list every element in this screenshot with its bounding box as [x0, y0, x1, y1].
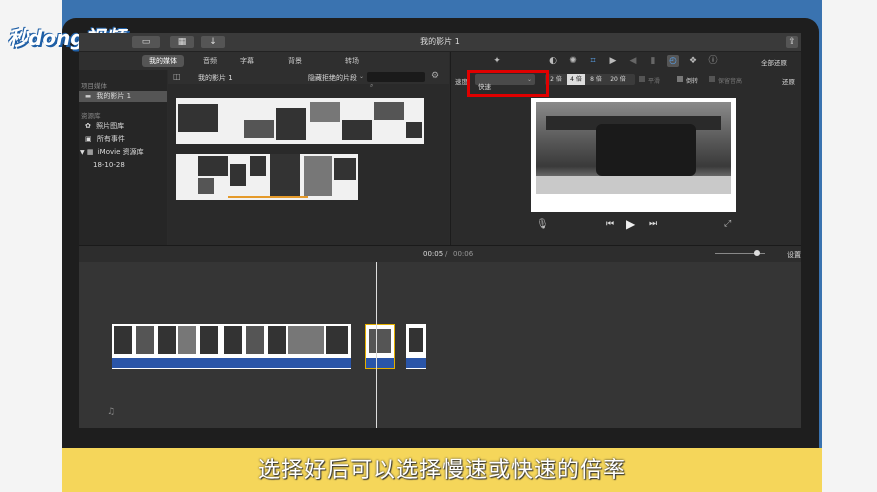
- audio-bar-clip-2: [366, 358, 394, 368]
- sidebar-item-event-date[interactable]: 18-10-28: [93, 160, 125, 171]
- filter-dropdown[interactable]: 隐藏拒绝的片段: [308, 73, 357, 83]
- library-toggle-button[interactable]: ▭: [132, 36, 160, 48]
- download-icon[interactable]: ↓: [201, 36, 225, 48]
- disclosure-triangle-icon: ▼: [80, 149, 85, 156]
- sidebar-project-header: 项目媒体: [81, 82, 107, 90]
- play-icon[interactable]: ▶: [626, 217, 635, 231]
- preview-frame-image: [536, 102, 731, 194]
- fullscreen-icon[interactable]: ⤢: [724, 219, 731, 229]
- clip-filter-icon[interactable]: ❖: [687, 55, 699, 67]
- events-icon: ▣: [85, 135, 92, 143]
- browser-header: ◫ 我的影片 1 隐藏拒绝的片段 ⌄ ⌕ ⚙: [168, 70, 449, 89]
- imovie-window: 我的影片 1 ▭ ▦ ↓ ⇪ 我的媒体 音频 字幕 背景 转场 项目媒体 ▬ 我…: [79, 33, 801, 428]
- color-correction-icon[interactable]: ✺: [567, 55, 579, 67]
- audio-bar-clip-3: [406, 358, 426, 368]
- grid-icon: ▦: [86, 148, 94, 156]
- smooth-label: 平滑: [648, 78, 661, 85]
- tab-backgrounds[interactable]: 背景: [277, 55, 313, 67]
- reverse-checkbox[interactable]: [677, 76, 683, 82]
- tab-titles[interactable]: 字幕: [229, 55, 265, 67]
- timeline-header: 00:05 / 00:06 设置: [79, 245, 801, 262]
- speed-8x-button[interactable]: 8 倍: [587, 74, 605, 85]
- music-note-icon: ♫: [107, 407, 116, 417]
- media-clip-1[interactable]: [176, 98, 424, 144]
- speed-icon[interactable]: ◴: [667, 55, 679, 67]
- magic-wand-icon[interactable]: ✦: [491, 55, 503, 67]
- zoom-slider-knob[interactable]: [754, 250, 760, 256]
- sidebar-toggle-icon[interactable]: ◫: [173, 72, 181, 81]
- video-preview: [531, 98, 736, 212]
- sidebar-library-header: 资源库: [81, 112, 101, 120]
- reset-button[interactable]: 还原: [782, 76, 795, 86]
- noise-reduction-icon[interactable]: ▮: [647, 55, 659, 67]
- color-balance-icon[interactable]: ◐: [547, 55, 559, 67]
- total-time: 00:06: [453, 250, 474, 258]
- smooth-checkbox[interactable]: [639, 76, 645, 82]
- sidebar: 项目媒体 ▬ 我的影片 1 资源库 ✿ 照片图库 ▣ 所有事件 ▼ ▦ iMov…: [79, 70, 167, 245]
- settings-gear-icon[interactable]: ⚙: [431, 71, 439, 81]
- current-time: 00:05: [423, 250, 444, 258]
- adjustment-toolbar: ✦ ◐ ✺ ⌗ ▶ ◀ ▮ ◴ ❖ ⓘ 全部还原: [451, 52, 801, 70]
- preserve-pitch-label: 保留音高: [718, 78, 743, 85]
- playhead[interactable]: [376, 262, 377, 428]
- sidebar-item-my-movie[interactable]: ▬ 我的影片 1: [79, 91, 167, 102]
- reset-all-button[interactable]: 全部还原: [761, 57, 787, 67]
- microphone-icon[interactable]: 🎙: [536, 219, 549, 230]
- title-bar: 我的影片 1 ▭ ▦ ↓ ⇪: [79, 33, 801, 52]
- import-media-button[interactable]: ▦: [170, 36, 194, 48]
- tab-audio[interactable]: 音频: [192, 55, 228, 67]
- preserve-pitch-checkbox[interactable]: [709, 76, 715, 82]
- speed-4x-button[interactable]: 4 倍: [567, 74, 585, 85]
- speed-multiplier-segmented: 2 倍 4 倍 8 倍 20 倍: [545, 74, 635, 85]
- time-separator: /: [445, 250, 448, 258]
- share-icon[interactable]: ⇪: [786, 36, 798, 48]
- timeline: ♫: [79, 262, 801, 428]
- reverse-label: 倒转: [686, 78, 699, 85]
- info-icon[interactable]: ⓘ: [707, 55, 719, 67]
- sidebar-item-all-events[interactable]: ▣ 所有事件: [85, 134, 125, 145]
- timeline-settings-button[interactable]: 设置: [787, 250, 801, 260]
- skip-forward-icon[interactable]: ⏭: [649, 219, 657, 229]
- search-input[interactable]: ⌕: [367, 72, 425, 89]
- caption-text: 选择好后可以选择慢速或快速的倍率: [257, 458, 626, 483]
- media-browser: ◫ 我的影片 1 隐藏拒绝的片段 ⌄ ⌕ ⚙: [168, 70, 449, 245]
- speed-20x-button[interactable]: 20 倍: [607, 74, 629, 85]
- media-clip-2[interactable]: [176, 154, 358, 200]
- sidebar-item-imovie-library[interactable]: ▼ ▦ iMovie 资源库: [80, 147, 144, 158]
- sidebar-item-photos[interactable]: ✿ 照片图库: [85, 121, 124, 132]
- browser-title: 我的影片 1: [198, 74, 233, 82]
- stabilization-icon[interactable]: ▶: [607, 55, 619, 67]
- film-icon: ▬: [85, 92, 92, 100]
- media-tabs: 我的媒体 音频 字幕 背景 转场: [79, 52, 449, 70]
- skip-back-icon[interactable]: ⏮: [606, 219, 614, 229]
- audio-bar-clip-1: [112, 358, 351, 368]
- speed-2x-button[interactable]: 2 倍: [547, 74, 565, 85]
- tab-transitions[interactable]: 转场: [334, 55, 370, 67]
- photos-icon: ✿: [85, 122, 91, 130]
- highlight-box: [467, 70, 549, 97]
- tab-my-media[interactable]: 我的媒体: [142, 55, 184, 67]
- volume-icon[interactable]: ◀: [627, 55, 639, 67]
- search-icon: ⌕: [370, 82, 374, 89]
- chevron-down-icon: ⌄: [359, 73, 365, 80]
- crop-icon[interactable]: ⌗: [587, 55, 599, 67]
